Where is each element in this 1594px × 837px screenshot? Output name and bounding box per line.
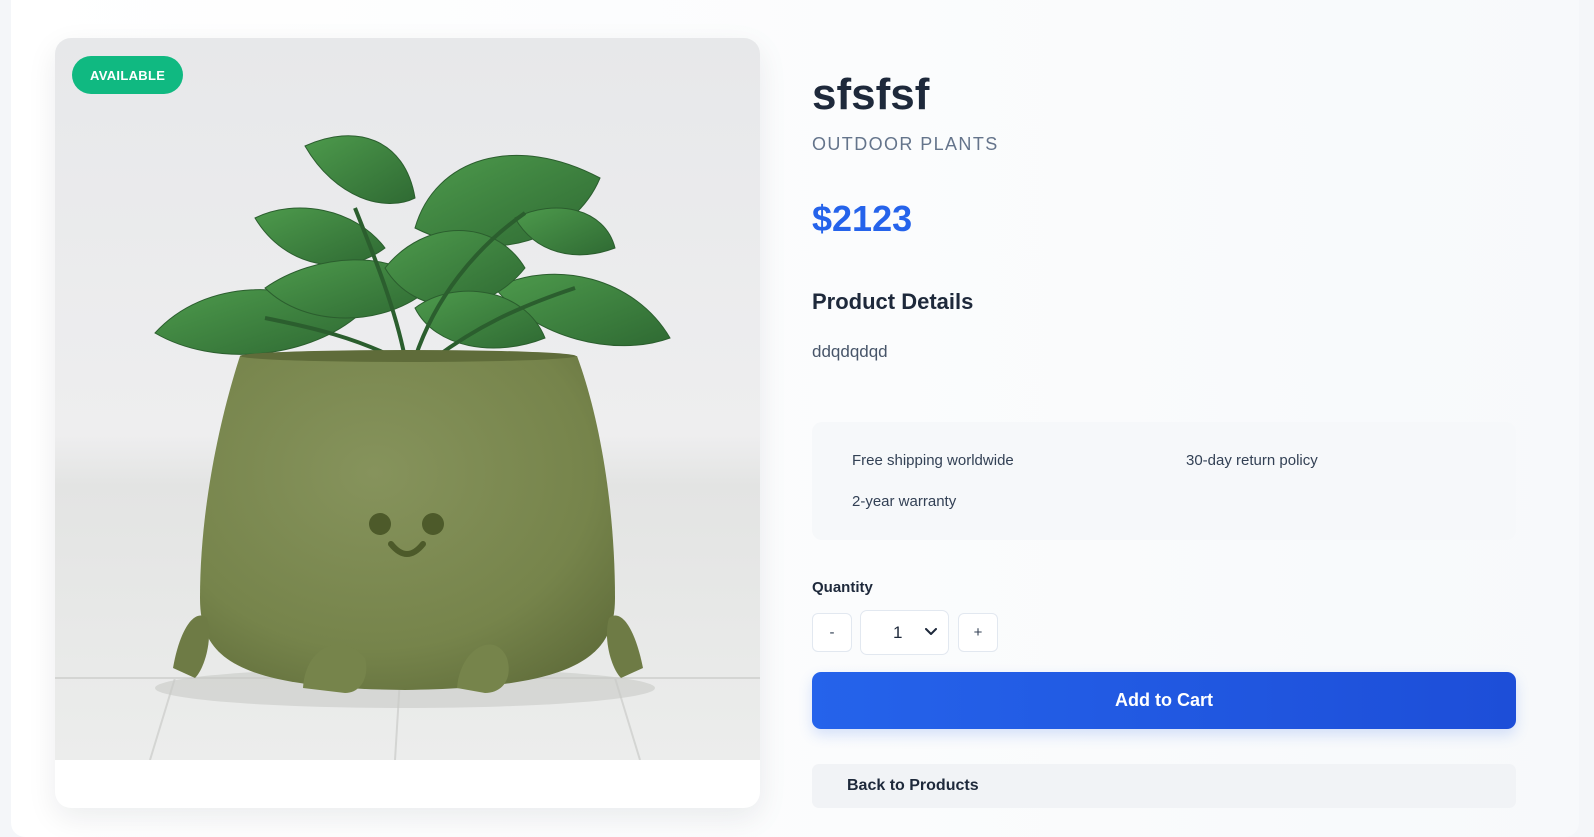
product-details-heading: Product Details (812, 289, 974, 314)
feature-return-policy: 30-day return policy (1186, 452, 1318, 469)
quantity-value: 1 (893, 622, 903, 642)
quantity-increment-button[interactable]: + (958, 613, 998, 652)
product-info-panel: sfsfsf OUTDOOR PLANTS $2123 Product Deta… (812, 0, 1516, 837)
product-image-card: AVAILABLE (55, 38, 760, 808)
quantity-label: Quantity (812, 579, 873, 596)
product-price: $2123 (812, 198, 913, 239)
availability-badge: AVAILABLE (72, 56, 184, 94)
add-to-cart-button[interactable]: Add to Cart (812, 672, 1516, 729)
chevron-down-icon (925, 628, 937, 635)
feature-warranty: 2-year warranty (852, 493, 957, 510)
product-title: sfsfsf (812, 70, 930, 119)
features-box: Free shipping worldwide 30-day return po… (812, 422, 1516, 540)
product-category: OUTDOOR PLANTS (812, 134, 999, 154)
quantity-decrement-button[interactable]: - (812, 613, 852, 652)
product-description: ddqdqdqd (812, 342, 888, 361)
feature-free-shipping: Free shipping worldwide (852, 452, 1014, 469)
quantity-select[interactable]: 1 (860, 610, 949, 655)
back-to-products-button[interactable]: Back to Products (812, 764, 1516, 808)
product-image (55, 38, 760, 760)
